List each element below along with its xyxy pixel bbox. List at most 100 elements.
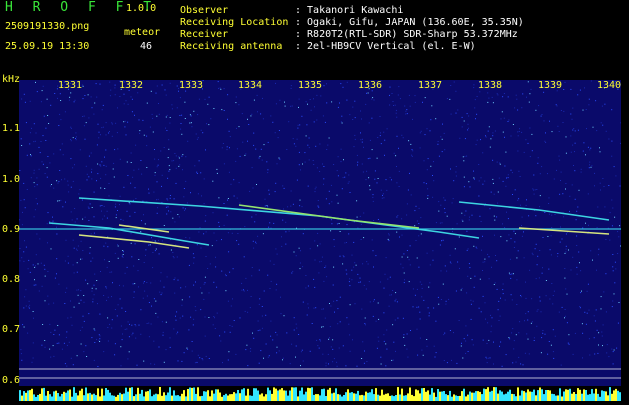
- noise-speck: [588, 284, 589, 285]
- noise-speck: [505, 300, 506, 301]
- noise-speck: [209, 97, 210, 98]
- noise-speck: [167, 276, 168, 277]
- noise-speck: [380, 135, 381, 136]
- noise-speck: [164, 147, 165, 148]
- noise-speck: [227, 200, 228, 201]
- noise-speck: [27, 155, 28, 156]
- noise-speck: [83, 86, 84, 87]
- noise-speck: [471, 304, 472, 305]
- noise-speck: [178, 280, 179, 281]
- noise-speck: [220, 89, 221, 90]
- noise-speck: [100, 188, 101, 189]
- noise-speck: [518, 135, 519, 136]
- meteor-trace: [79, 198, 479, 238]
- noise-speck: [251, 114, 252, 115]
- noise-speck: [50, 105, 51, 106]
- noise-speck: [365, 324, 366, 325]
- noise-speck: [229, 131, 230, 132]
- noise-speck: [581, 169, 582, 170]
- noise-speck: [65, 111, 66, 112]
- noise-speck: [378, 337, 379, 338]
- noise-speck: [464, 121, 465, 122]
- noise-speck: [23, 251, 24, 252]
- noise-speck: [383, 197, 384, 198]
- noise-speck: [48, 123, 49, 124]
- noise-speck: [566, 234, 567, 235]
- noise-speck: [425, 134, 426, 135]
- noise-speck: [395, 292, 396, 293]
- noise-speck: [450, 330, 451, 331]
- level-bar: [395, 395, 397, 401]
- noise-speck: [92, 258, 93, 259]
- noise-speck: [484, 259, 485, 260]
- noise-speck: [355, 139, 356, 140]
- noise-speck: [306, 124, 307, 125]
- noise-speck: [82, 327, 83, 328]
- noise-speck: [523, 231, 524, 232]
- noise-speck: [466, 156, 467, 157]
- noise-speck: [332, 339, 333, 340]
- noise-speck: [63, 154, 64, 155]
- noise-speck: [184, 102, 185, 103]
- noise-speck: [202, 358, 203, 359]
- noise-speck: [159, 347, 160, 348]
- noise-speck: [292, 106, 293, 107]
- noise-speck: [417, 355, 418, 356]
- level-bar: [499, 390, 501, 401]
- noise-speck: [438, 211, 439, 212]
- noise-speck: [352, 107, 353, 108]
- noise-speck: [24, 240, 25, 241]
- noise-speck: [156, 116, 157, 117]
- noise-speck: [57, 201, 58, 202]
- noise-speck: [341, 116, 342, 117]
- noise-speck: [122, 250, 123, 251]
- noise-speck: [503, 132, 504, 133]
- noise-speck: [225, 274, 226, 275]
- noise-speck: [214, 233, 215, 234]
- noise-speck: [601, 296, 602, 297]
- noise-speck: [59, 200, 60, 201]
- noise-speck: [393, 342, 394, 343]
- noise-speck: [21, 257, 22, 258]
- noise-speck: [134, 115, 135, 116]
- noise-speck: [185, 118, 186, 119]
- noise-speck: [510, 274, 511, 275]
- noise-speck: [439, 156, 440, 157]
- noise-speck: [427, 253, 428, 254]
- noise-speck: [321, 327, 322, 328]
- noise-speck: [102, 219, 103, 220]
- noise-speck: [58, 343, 59, 344]
- noise-speck: [464, 338, 465, 339]
- noise-speck: [384, 140, 385, 141]
- noise-speck: [74, 164, 75, 165]
- level-bar: [27, 391, 29, 402]
- noise-speck: [298, 125, 299, 126]
- noise-speck: [532, 150, 533, 151]
- noise-speck: [473, 301, 474, 302]
- noise-speck: [262, 98, 263, 99]
- noise-speck: [52, 217, 53, 218]
- noise-speck: [615, 268, 616, 269]
- noise-speck: [68, 185, 69, 186]
- noise-speck: [121, 365, 122, 366]
- noise-speck: [114, 87, 115, 88]
- noise-speck: [147, 103, 148, 104]
- noise-speck: [523, 364, 524, 365]
- noise-speck: [82, 116, 83, 117]
- noise-speck: [126, 329, 127, 330]
- noise-speck: [521, 132, 522, 133]
- noise-speck: [582, 227, 583, 228]
- noise-speck: [502, 96, 503, 97]
- noise-speck: [100, 335, 101, 336]
- noise-speck: [109, 82, 110, 83]
- noise-speck: [264, 291, 265, 292]
- noise-speck: [132, 111, 133, 112]
- noise-speck: [244, 256, 245, 257]
- noise-speck: [316, 95, 317, 96]
- noise-speck: [97, 303, 98, 304]
- noise-speck: [22, 224, 23, 225]
- noise-speck: [39, 291, 40, 292]
- noise-speck: [262, 160, 263, 161]
- level-bar: [495, 387, 497, 401]
- noise-speck: [556, 104, 557, 105]
